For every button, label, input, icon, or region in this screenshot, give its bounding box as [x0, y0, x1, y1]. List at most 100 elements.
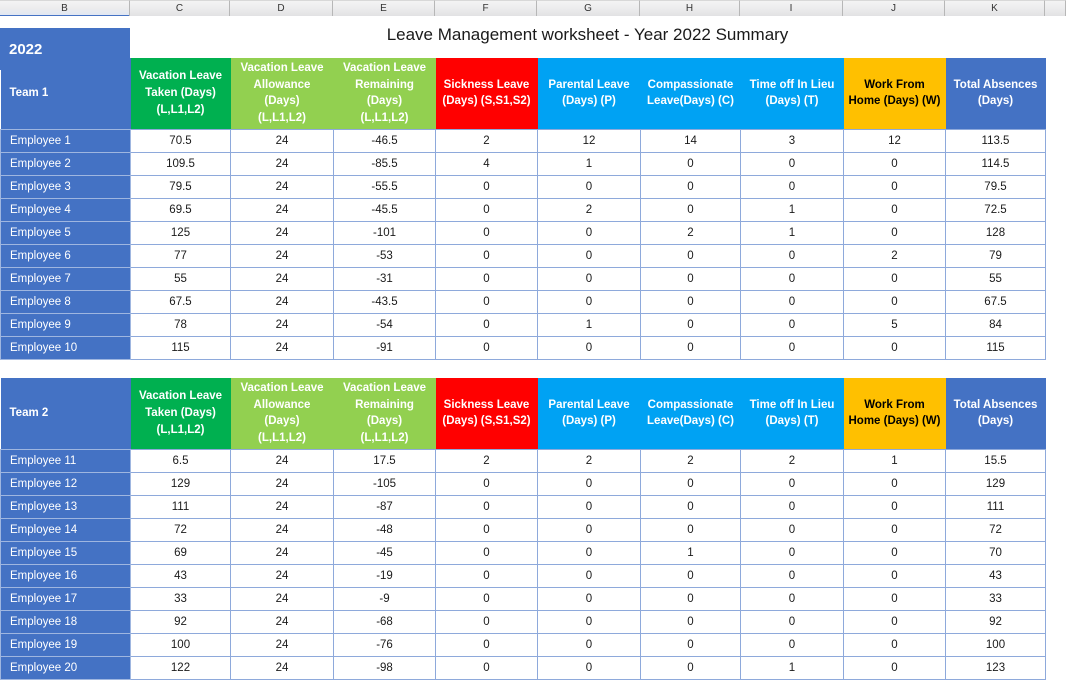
data-cell[interactable]: 113.5	[945, 128, 1046, 153]
data-cell[interactable]: 0	[640, 174, 741, 199]
data-cell[interactable]: 0	[640, 312, 741, 337]
data-cell[interactable]: 1	[740, 655, 844, 680]
data-cell[interactable]: 0	[640, 266, 741, 291]
data-cell[interactable]: -19	[333, 563, 436, 588]
data-cell[interactable]: 0	[843, 609, 946, 634]
data-cell[interactable]: 111	[945, 494, 1046, 519]
data-cell[interactable]: -55.5	[333, 174, 436, 199]
data-cell[interactable]: 77	[130, 243, 231, 268]
data-cell[interactable]: -87	[333, 494, 436, 519]
employee-name-cell[interactable]: Employee 15	[0, 540, 131, 565]
data-cell[interactable]: 0	[435, 494, 538, 519]
data-cell[interactable]: 0	[537, 632, 641, 657]
employee-name-cell[interactable]: Employee 17	[0, 586, 131, 611]
data-cell[interactable]: 24	[230, 266, 334, 291]
data-cell[interactable]: 1	[640, 540, 741, 565]
data-cell[interactable]: -98	[333, 655, 436, 680]
data-cell[interactable]: 0	[435, 471, 538, 496]
data-cell[interactable]: 24	[230, 197, 334, 222]
data-cell[interactable]: 129	[945, 471, 1046, 496]
data-cell[interactable]: 0	[843, 586, 946, 611]
employee-name-cell[interactable]: Employee 8	[0, 289, 131, 314]
data-cell[interactable]: 0	[537, 609, 641, 634]
data-cell[interactable]: 24	[230, 289, 334, 314]
data-cell[interactable]: -9	[333, 586, 436, 611]
data-cell[interactable]: 0	[740, 335, 844, 360]
data-cell[interactable]: 69.5	[130, 197, 231, 222]
data-cell[interactable]: 111	[130, 494, 231, 519]
employee-name-cell[interactable]: Employee 3	[0, 174, 131, 199]
data-cell[interactable]: 43	[945, 563, 1046, 588]
data-cell[interactable]: 122	[130, 655, 231, 680]
data-cell[interactable]: 0	[537, 174, 641, 199]
employee-name-cell[interactable]: Employee 16	[0, 563, 131, 588]
data-cell[interactable]: 0	[537, 540, 641, 565]
column-header-l[interactable]	[1045, 0, 1066, 16]
data-cell[interactable]: 2	[537, 197, 641, 222]
employee-name-cell[interactable]: Employee 9	[0, 312, 131, 337]
data-cell[interactable]: 0	[435, 563, 538, 588]
data-cell[interactable]: 2	[640, 220, 741, 245]
employee-name-cell[interactable]: Employee 10	[0, 335, 131, 360]
data-cell[interactable]: 109.5	[130, 151, 231, 176]
employee-name-cell[interactable]: Employee 6	[0, 243, 131, 268]
data-cell[interactable]: 0	[740, 266, 844, 291]
data-cell[interactable]: 0	[537, 266, 641, 291]
data-cell[interactable]: 0	[740, 632, 844, 657]
data-cell[interactable]: -85.5	[333, 151, 436, 176]
column-header-d[interactable]: D	[230, 0, 333, 16]
data-cell[interactable]: 125	[130, 220, 231, 245]
data-cell[interactable]: 0	[740, 289, 844, 314]
data-cell[interactable]: -54	[333, 312, 436, 337]
column-header-c[interactable]: C	[130, 0, 230, 16]
column-header-j[interactable]: J	[843, 0, 945, 16]
data-cell[interactable]: 24	[230, 494, 334, 519]
data-cell[interactable]: -91	[333, 335, 436, 360]
data-cell[interactable]: 0	[537, 220, 641, 245]
data-cell[interactable]: 33	[945, 586, 1046, 611]
data-cell[interactable]: 67.5	[130, 289, 231, 314]
employee-name-cell[interactable]: Employee 20	[0, 655, 131, 680]
data-cell[interactable]: 70.5	[130, 128, 231, 153]
data-cell[interactable]: 67.5	[945, 289, 1046, 314]
data-cell[interactable]: 0	[435, 609, 538, 634]
data-cell[interactable]: 0	[640, 655, 741, 680]
data-cell[interactable]: 0	[435, 655, 538, 680]
data-cell[interactable]: 24	[230, 335, 334, 360]
data-cell[interactable]: 72.5	[945, 197, 1046, 222]
data-cell[interactable]: 0	[843, 494, 946, 519]
data-cell[interactable]: 1	[537, 312, 641, 337]
data-cell[interactable]: 0	[537, 335, 641, 360]
employee-name-cell[interactable]: Employee 5	[0, 220, 131, 245]
column-header-b[interactable]: B	[0, 0, 130, 17]
data-cell[interactable]: 0	[740, 471, 844, 496]
data-cell[interactable]: 0	[435, 243, 538, 268]
data-cell[interactable]: -45	[333, 540, 436, 565]
data-cell[interactable]: 114.5	[945, 151, 1046, 176]
data-cell[interactable]: 100	[945, 632, 1046, 657]
data-cell[interactable]: 0	[435, 632, 538, 657]
data-cell[interactable]: 69	[130, 540, 231, 565]
data-cell[interactable]: -101	[333, 220, 436, 245]
data-cell[interactable]: 24	[230, 128, 334, 153]
data-cell[interactable]: 0	[435, 174, 538, 199]
data-cell[interactable]: 5	[843, 312, 946, 337]
data-cell[interactable]: 0	[740, 540, 844, 565]
data-cell[interactable]: 2	[435, 128, 538, 153]
data-cell[interactable]: -43.5	[333, 289, 436, 314]
column-header-k[interactable]: K	[945, 0, 1045, 16]
data-cell[interactable]: 24	[230, 632, 334, 657]
data-cell[interactable]: 0	[740, 586, 844, 611]
data-cell[interactable]: 0	[843, 471, 946, 496]
data-cell[interactable]: 0	[435, 517, 538, 542]
data-cell[interactable]: 1	[740, 220, 844, 245]
data-cell[interactable]: 24	[230, 220, 334, 245]
data-cell[interactable]: 0	[843, 266, 946, 291]
data-cell[interactable]: 0	[640, 151, 741, 176]
data-cell[interactable]: 12	[537, 128, 641, 153]
data-cell[interactable]: 2	[843, 243, 946, 268]
data-cell[interactable]: 24	[230, 312, 334, 337]
data-cell[interactable]: 0	[843, 540, 946, 565]
data-cell[interactable]: 92	[945, 609, 1046, 634]
data-cell[interactable]: 128	[945, 220, 1046, 245]
